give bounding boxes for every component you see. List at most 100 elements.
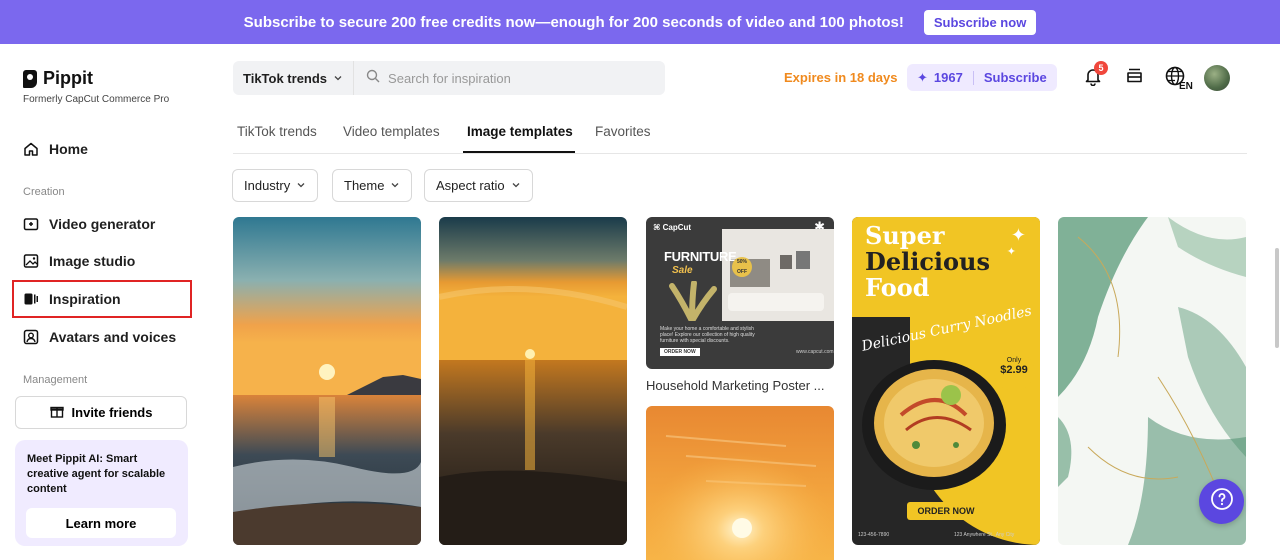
gift-icon (49, 404, 64, 421)
chevron-down-icon (390, 178, 400, 193)
brand-name: Pippit (43, 68, 93, 88)
price-label: Only (1006, 357, 1022, 364)
tab-favorites[interactable]: Favorites (595, 124, 651, 139)
notification-count-badge: 5 (1094, 61, 1108, 75)
image-plus-icon (23, 253, 39, 269)
poster-cta: ORDER NOW (660, 348, 700, 356)
question-icon (1210, 487, 1234, 516)
dropdown-label: TikTok trends (243, 70, 328, 86)
card-caption: Household Marketing Poster ... (646, 378, 825, 393)
pippit-ai-promo-card: Meet Pippit AI: Smart creative agent for… (15, 440, 188, 546)
headline-line-1: Super (865, 221, 945, 250)
home-icon (23, 141, 39, 157)
chevron-down-icon (296, 178, 306, 193)
poster-tag: Sale (672, 265, 693, 276)
headline-line-2: Delicious (865, 247, 991, 276)
search-box[interactable] (354, 61, 666, 95)
active-tab-indicator (463, 151, 575, 153)
promo-title: Meet Pippit AI: (27, 453, 103, 465)
category-dropdown[interactable]: TikTok trends (233, 61, 355, 95)
sidebar-item-home[interactable]: Home (23, 141, 88, 157)
logo[interactable]: Pippit (23, 68, 93, 89)
template-card-sunset-sea[interactable] (439, 217, 627, 545)
template-card-furniture-poster[interactable]: ⌘ CapCut ✱ FURNITURE Sale 50% OFF Make y… (646, 217, 834, 369)
food-phone: 123-456-7890 (858, 532, 890, 538)
food-headline: Super Delicious Food (865, 223, 990, 301)
capcut-brand: ⌘ CapCut (653, 223, 691, 232)
invite-friends-button[interactable]: Invite friends (15, 396, 187, 429)
tab-image-templates[interactable]: Image templates (467, 124, 573, 139)
tab-video-templates[interactable]: Video templates (343, 124, 440, 139)
search-input[interactable] (388, 70, 649, 86)
food-address: 123 Anywhere St., Any City (954, 532, 1015, 538)
page-scrollbar[interactable] (1275, 248, 1279, 348)
wallet-icon (1125, 66, 1144, 90)
chevron-down-icon (511, 178, 521, 193)
user-avatar[interactable] (1204, 65, 1230, 91)
search-icon (366, 69, 380, 88)
orange-sky-image (646, 406, 834, 560)
filter-label: Industry (244, 178, 291, 193)
help-button[interactable] (1199, 479, 1244, 524)
chevron-down-icon (333, 71, 343, 86)
invite-label: Invite friends (71, 405, 153, 420)
filter-theme[interactable]: Theme (332, 169, 413, 202)
language-code: EN (1179, 81, 1193, 90)
subscribe-now-button[interactable]: Subscribe now (923, 9, 1037, 35)
capcut-logo-icon: ⌘ (653, 223, 661, 232)
poster-title: FURNITURE (664, 249, 737, 264)
sidebar-item-avatars-voices[interactable]: Avatars and voices (23, 329, 176, 345)
sunset-beach-image (233, 217, 421, 545)
search-bar: TikTok trends (233, 61, 666, 95)
poster-website: www.capcut.com (796, 349, 834, 355)
notifications-button[interactable]: 5 (1083, 61, 1108, 91)
subscribe-link[interactable]: Subscribe (984, 70, 1047, 85)
banner-text: Subscribe to secure 200 free credits now… (243, 13, 904, 31)
plant-illustration (669, 281, 717, 321)
frame-shape (780, 255, 792, 269)
divider (972, 70, 974, 85)
frame-shape (796, 251, 810, 269)
pippit-logo-icon (23, 69, 37, 88)
trial-expiry-text: Expires in 18 days (784, 70, 898, 85)
language-button[interactable]: EN (1165, 66, 1193, 95)
template-card-orange-sky[interactable] (646, 406, 834, 560)
credits-count: 1967 (933, 70, 963, 85)
video-plus-icon (23, 216, 39, 232)
active-item-highlight (12, 280, 192, 318)
poster-body-text: Make your home a comfortable and stylish… (660, 326, 755, 344)
avatar-icon (23, 329, 39, 345)
sparkle-icon: ✦ (1010, 225, 1026, 245)
filter-label: Theme (344, 178, 385, 193)
template-tabs: TikTok trends Video templates Image temp… (233, 113, 1247, 154)
sparkle-icon: ✦ (1006, 246, 1016, 258)
promo-text: Meet Pippit AI: Smart creative agent for… (27, 452, 176, 497)
sidebar-item-image-studio[interactable]: Image studio (23, 253, 135, 269)
filter-aspect-ratio[interactable]: Aspect ratio (424, 169, 533, 202)
sidebar-item-label: Home (49, 141, 88, 157)
discount-badge: 50% OFF (732, 257, 752, 277)
globe-icon: EN (1165, 66, 1193, 95)
price-badge: Only $2.99 (994, 351, 1034, 391)
tab-tiktok-trends[interactable]: TikTok trends (237, 124, 317, 139)
template-card-food-poster[interactable]: Super Delicious Food ✦ ✦ Delicious Curry… (852, 217, 1040, 545)
wallet-button[interactable] (1125, 66, 1144, 90)
sidebar-item-label: Image studio (49, 253, 136, 269)
capcut-label: CapCut (662, 223, 692, 232)
template-card-sunset-beach[interactable] (233, 217, 421, 545)
sidebar-item-label: Avatars and voices (49, 329, 177, 345)
price-value: $2.99 (1000, 364, 1028, 376)
brand-subtitle: Formerly CapCut Commerce Pro (23, 94, 170, 105)
sunset-sea-image (439, 217, 627, 545)
section-label-creation: Creation (23, 186, 65, 198)
credits-pill[interactable]: ✦ 1967 Subscribe (907, 64, 1057, 91)
sparkle-icon: ✦ (917, 69, 928, 85)
sidebar-item-label: Video generator (49, 216, 156, 232)
sidebar-item-video-generator[interactable]: Video generator (23, 216, 155, 232)
learn-more-button[interactable]: Learn more (26, 508, 176, 538)
sidebar: Pippit Formerly CapCut Commerce Pro Home… (0, 44, 205, 560)
filter-industry[interactable]: Industry (232, 169, 319, 202)
food-cta: ORDER NOW (907, 502, 985, 520)
section-label-management: Management (23, 374, 88, 386)
filter-label: Aspect ratio (436, 178, 505, 193)
